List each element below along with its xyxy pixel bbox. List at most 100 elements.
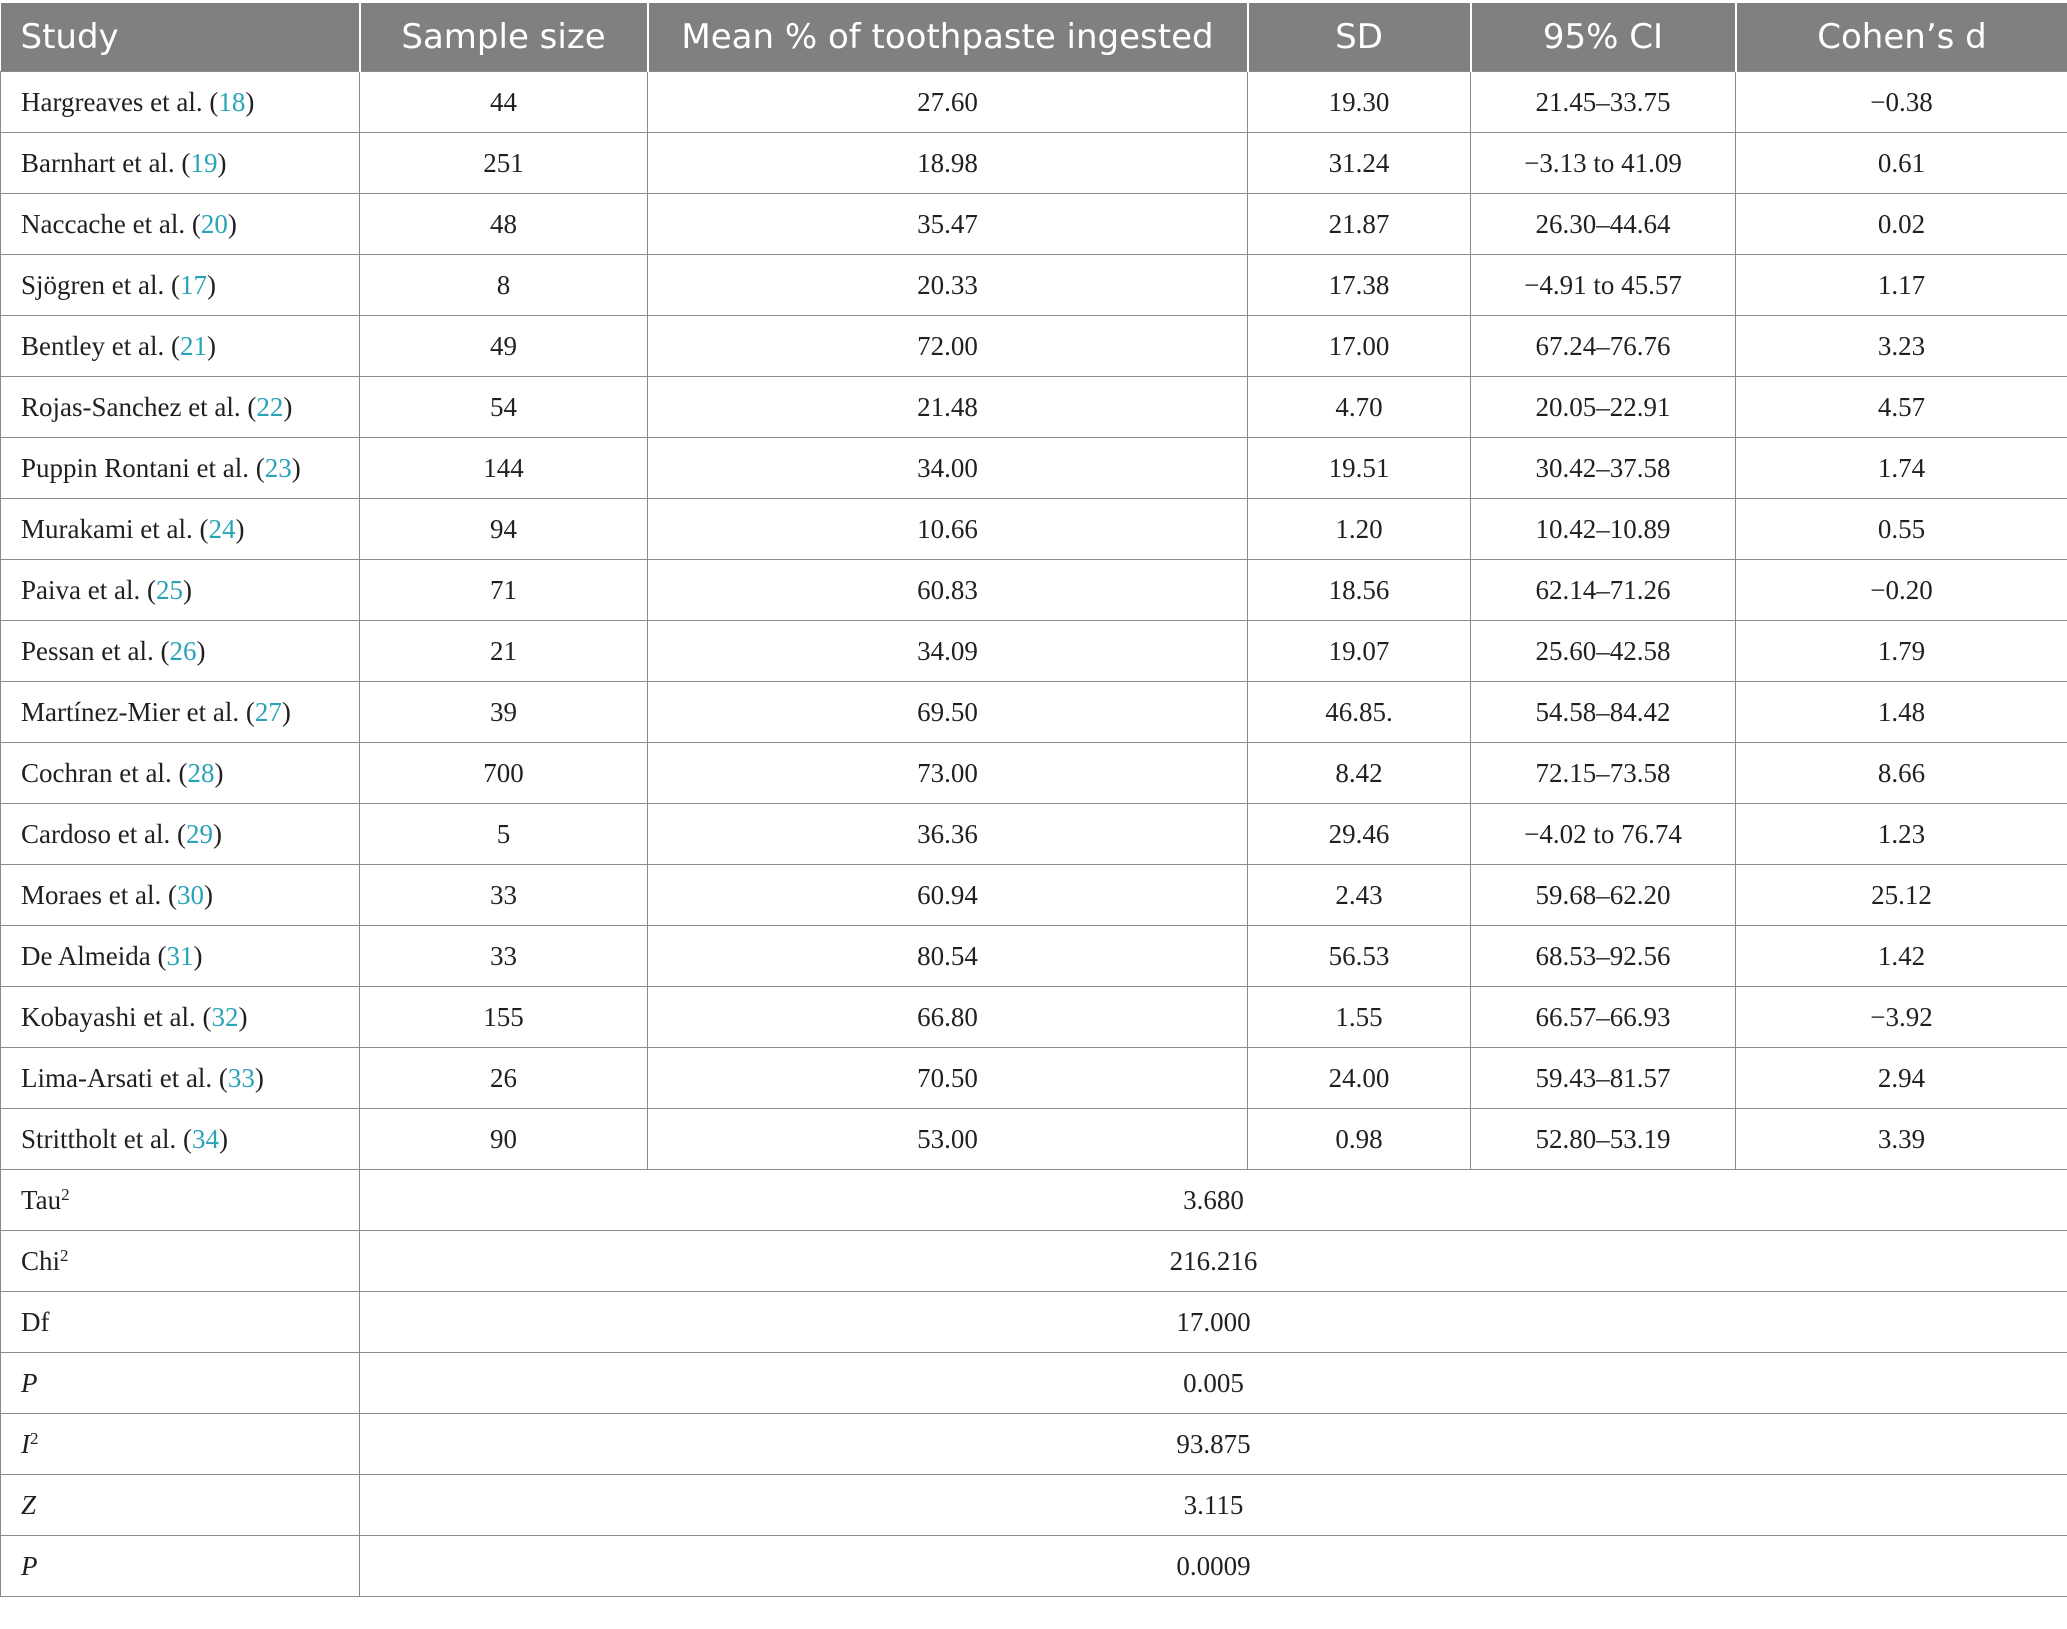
reference-close: ) xyxy=(238,1001,248,1032)
mean-cell: 36.36 xyxy=(647,803,1248,865)
study-name: Pessan et al. ( xyxy=(21,635,170,666)
stat-label-cell: Df xyxy=(0,1291,360,1353)
stat-label-cell: P xyxy=(0,1535,360,1597)
ci-cell: 59.68–62.20 xyxy=(1470,864,1736,926)
stat-label: Chi xyxy=(21,1245,61,1276)
reference-link[interactable]: 34 xyxy=(192,1124,219,1154)
reference-link[interactable]: 27 xyxy=(255,697,282,727)
reference-link[interactable]: 23 xyxy=(265,453,292,483)
stat-label-cell: I2 xyxy=(0,1413,360,1475)
study-name: Barnhart et al. ( xyxy=(21,147,191,178)
reference-link[interactable]: 26 xyxy=(169,636,196,666)
table-row: Cardoso et al. (29) 5 36.36 29.46 −4.02 to 7… xyxy=(0,803,2067,865)
reference-link[interactable]: 20 xyxy=(201,209,228,239)
study-cell: De Almeida (31) xyxy=(0,925,360,987)
sample-size-cell: 90 xyxy=(359,1108,648,1170)
reference-close: ) xyxy=(218,1123,228,1154)
stat-label: Z xyxy=(21,1489,37,1520)
cohens-d-cell: −3.92 xyxy=(1735,986,2067,1048)
study-name: Paiva et al. ( xyxy=(21,574,156,605)
study-cell: Barnhart et al. (19) xyxy=(0,132,360,194)
sample-size-cell: 26 xyxy=(359,1047,648,1109)
sd-cell: 17.38 xyxy=(1247,254,1471,316)
reference-close: ) xyxy=(217,147,227,178)
ci-cell: 62.14–71.26 xyxy=(1470,559,1736,621)
header-study: Study xyxy=(0,3,361,72)
stat-value: 3.680 xyxy=(359,1169,2067,1231)
study-name: Cardoso et al. ( xyxy=(21,818,186,849)
sample-size-cell: 5 xyxy=(359,803,648,865)
reference-close: ) xyxy=(291,452,301,483)
study-cell: Paiva et al. (25) xyxy=(0,559,360,621)
study-name: Martínez-Mier et al. ( xyxy=(21,696,255,727)
stat-row: I2 93.875 xyxy=(0,1413,2067,1475)
ci-cell: −4.02 to 76.74 xyxy=(1470,803,1736,865)
reference-close: ) xyxy=(206,330,216,361)
study-cell: Rojas-Sanchez et al. (22) xyxy=(0,376,360,438)
sample-size-cell: 44 xyxy=(359,71,648,133)
table-row: Kobayashi et al. (32) 155 66.80 1.55 66.57–6… xyxy=(0,986,2067,1048)
study-cell: Moraes et al. (30) xyxy=(0,864,360,926)
ci-cell: 26.30–44.64 xyxy=(1470,193,1736,255)
stat-label: I xyxy=(21,1428,30,1459)
ci-cell: 68.53–92.56 xyxy=(1470,925,1736,987)
header-cohens-d: Cohen’s d xyxy=(1735,3,2067,72)
table-row: Paiva et al. (25) 71 60.83 18.56 62.14–71.26… xyxy=(0,559,2067,621)
cohens-d-cell: 1.74 xyxy=(1735,437,2067,499)
stat-label-cell: Chi2 xyxy=(0,1230,360,1292)
study-cell: Naccache et al. (20) xyxy=(0,193,360,255)
study-cell: Lima-Arsati et al. (33) xyxy=(0,1047,360,1109)
header-row: Study Sample size Mean % of toothpaste i… xyxy=(0,3,2067,72)
reference-link[interactable]: 32 xyxy=(211,1002,238,1032)
cohens-d-cell: 1.48 xyxy=(1735,681,2067,743)
reference-link[interactable]: 21 xyxy=(180,331,207,361)
sd-cell: 4.70 xyxy=(1247,376,1471,438)
mean-cell: 72.00 xyxy=(647,315,1248,377)
table-row: De Almeida (31) 33 80.54 56.53 68.53–92.56 1.… xyxy=(0,925,2067,987)
ci-cell: 10.42–10.89 xyxy=(1470,498,1736,560)
sd-cell: 1.55 xyxy=(1247,986,1471,1048)
sample-size-cell: 49 xyxy=(359,315,648,377)
ci-cell: 21.45–33.75 xyxy=(1470,71,1736,133)
stat-row: Z 3.115 xyxy=(0,1474,2067,1536)
sd-cell: 31.24 xyxy=(1247,132,1471,194)
reference-close: ) xyxy=(283,391,293,422)
mean-cell: 70.50 xyxy=(647,1047,1248,1109)
stat-value: 216.216 xyxy=(359,1230,2067,1292)
reference-link[interactable]: 30 xyxy=(177,880,204,910)
cohens-d-cell: 2.94 xyxy=(1735,1047,2067,1109)
sd-cell: 8.42 xyxy=(1247,742,1471,804)
cohens-d-cell: 25.12 xyxy=(1735,864,2067,926)
study-cell: Cochran et al. (28) xyxy=(0,742,360,804)
study-cell: Strittholt et al. (34) xyxy=(0,1108,360,1170)
sd-cell: 1.20 xyxy=(1247,498,1471,560)
study-cell: Sjögren et al. (17) xyxy=(0,254,360,316)
reference-link[interactable]: 19 xyxy=(190,148,217,178)
reference-link[interactable]: 28 xyxy=(187,758,214,788)
cohens-d-cell: 1.17 xyxy=(1735,254,2067,316)
reference-link[interactable]: 24 xyxy=(208,514,235,544)
reference-link[interactable]: 17 xyxy=(180,270,207,300)
mean-cell: 60.94 xyxy=(647,864,1248,926)
reference-link[interactable]: 29 xyxy=(186,819,213,849)
header-mean: Mean % of toothpaste ingested xyxy=(647,3,1249,72)
reference-close: ) xyxy=(281,696,291,727)
reference-link[interactable]: 25 xyxy=(156,575,183,605)
reference-link[interactable]: 33 xyxy=(228,1063,255,1093)
study-name: Rojas-Sanchez et al. ( xyxy=(21,391,257,422)
stat-row: P 0.005 xyxy=(0,1352,2067,1414)
reference-link[interactable]: 31 xyxy=(166,941,193,971)
sd-cell: 0.98 xyxy=(1247,1108,1471,1170)
reference-link[interactable]: 22 xyxy=(256,392,283,422)
sd-cell: 2.43 xyxy=(1247,864,1471,926)
stat-label-cell: P xyxy=(0,1352,360,1414)
study-name: Puppin Rontani et al. ( xyxy=(21,452,265,483)
stat-row: Df 17.000 xyxy=(0,1291,2067,1353)
reference-link[interactable]: 18 xyxy=(218,87,245,117)
mean-cell: 34.09 xyxy=(647,620,1248,682)
header-ci: 95% CI xyxy=(1470,3,1737,72)
cohens-d-cell: 4.57 xyxy=(1735,376,2067,438)
stat-row: P 0.0009 xyxy=(0,1535,2067,1597)
reference-close: ) xyxy=(193,940,203,971)
table-row: Bentley et al. (21) 49 72.00 17.00 67.24–76.… xyxy=(0,315,2067,377)
